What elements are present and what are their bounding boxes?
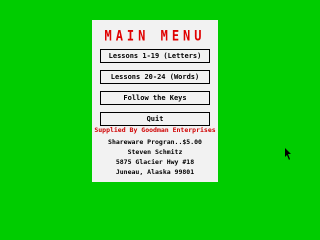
supplied-by-text: Supplied By Goodman Enterprises bbox=[94, 126, 216, 134]
lessons-letters-button[interactable]: Lessons 1-19 (Letters) bbox=[100, 49, 210, 63]
arrow-pointer-icon bbox=[285, 148, 291, 160]
main-menu-panel: MAIN MENU Lessons 1-19 (Letters) Lessons… bbox=[92, 20, 218, 182]
author-name-text: Steven Schmitz bbox=[127, 148, 183, 156]
shareware-price-text: Shareware Progran..$5.00 bbox=[108, 138, 202, 146]
city-address-text: Juneau, Alaska 99801 bbox=[115, 168, 195, 176]
street-address-text: 5875 Glacier Hwy #18 bbox=[115, 158, 195, 166]
menu-title: MAIN MENU bbox=[104, 28, 206, 45]
follow-the-keys-button[interactable]: Follow the Keys bbox=[100, 91, 210, 105]
quit-button[interactable]: Quit bbox=[100, 112, 210, 126]
lessons-words-button[interactable]: Lessons 20-24 (Words) bbox=[100, 70, 210, 84]
